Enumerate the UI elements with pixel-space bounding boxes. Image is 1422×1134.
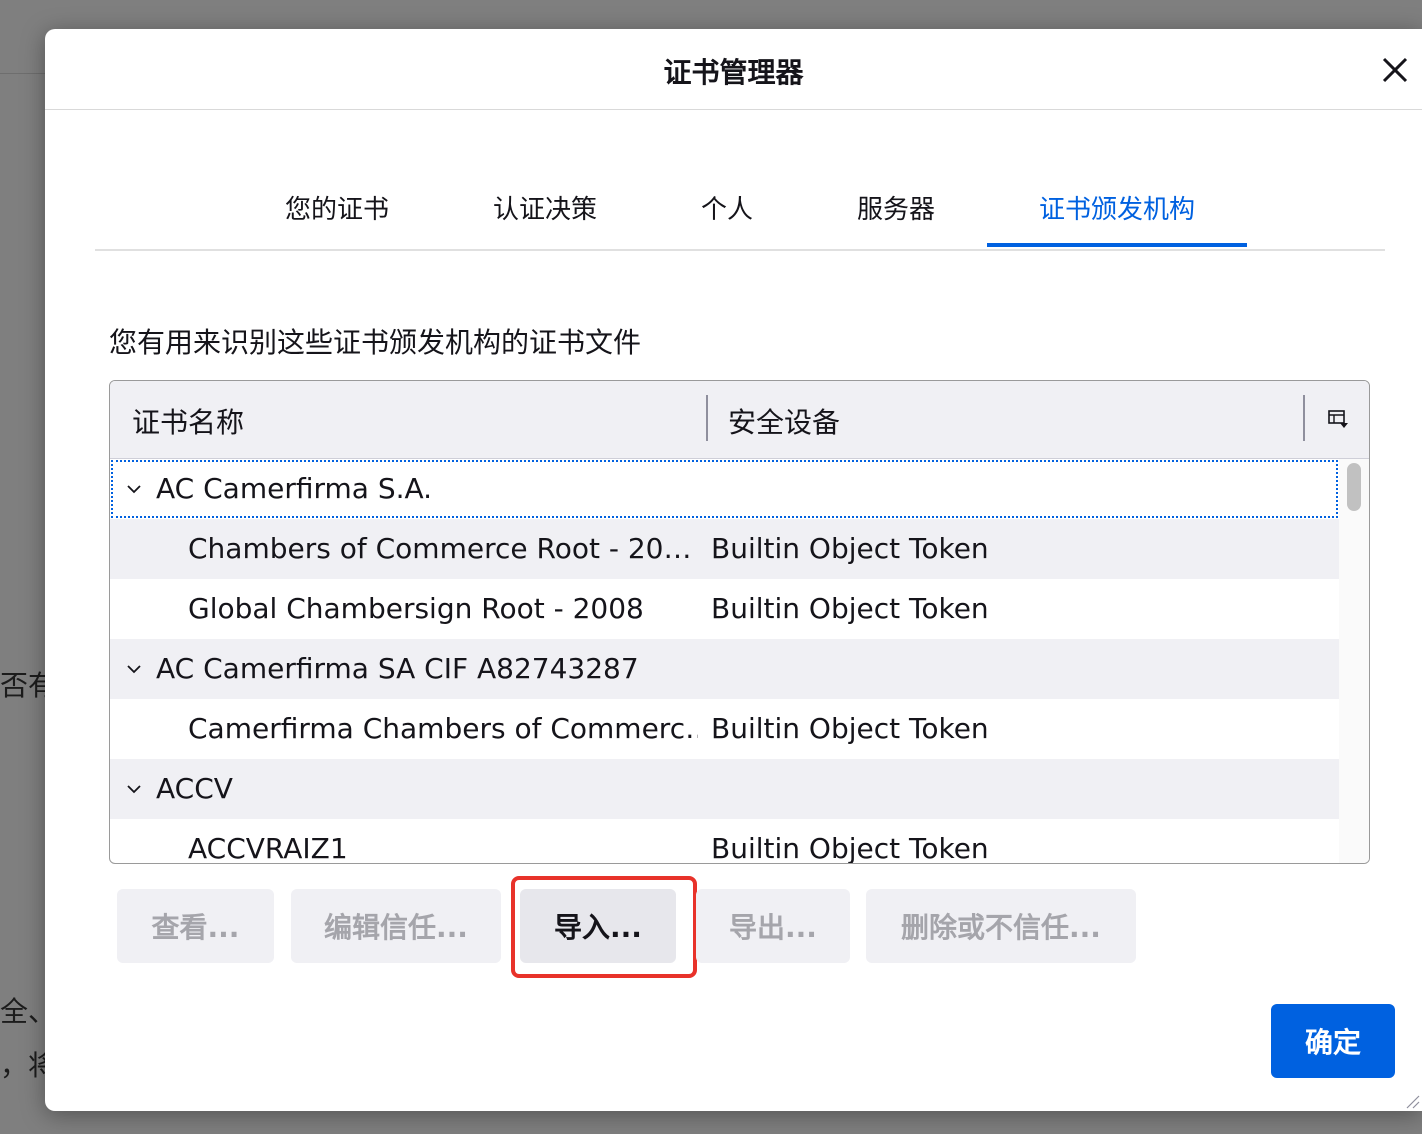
tree-group-row[interactable]: AC Camerfirma S.A. [110,459,1339,519]
ok-button[interactable]: 确定 [1271,1004,1395,1078]
edit-trust-button[interactable]: 编辑信任... [291,889,501,963]
tree-cert-row[interactable]: Global Chambersign Root - 2008 Builtin O… [110,579,1339,639]
tab-bar: 您的证书 认证决策 个人 服务器 证书颁发机构 [95,179,1385,251]
column-header-security-device[interactable]: 安全设备 [728,401,840,441]
column-separator[interactable] [706,395,708,441]
export-button[interactable]: 导出... [696,889,850,963]
chevron-down-icon[interactable] [126,661,142,677]
import-button[interactable]: 导入... [520,889,676,963]
tree-cert-row[interactable]: Chambers of Commerce Root - 20… Builtin … [110,519,1339,579]
tree-rows: AC Camerfirma S.A. Chambers of Commerce … [110,459,1339,863]
close-icon[interactable] [1376,51,1414,89]
cert-name: Global Chambersign Root - 2008 [188,592,644,625]
background-divider [0,73,45,74]
tree-group-row[interactable]: AC Camerfirma SA CIF A82743287 [110,639,1339,699]
certificate-tree: 证书名称 安全设备 AC Camerfirma S.A. Chambers of… [109,380,1370,864]
cert-name: Camerfirma Chambers of Commerc… [188,712,698,745]
column-picker-icon[interactable] [1328,409,1350,431]
view-button[interactable]: 查看... [117,889,274,963]
resize-grip-icon[interactable] [1402,1091,1420,1109]
cert-device: Builtin Object Token [711,832,989,863]
cert-device: Builtin Object Token [711,592,989,625]
cert-device: Builtin Object Token [711,532,989,565]
delete-or-distrust-button[interactable]: 删除或不信任... [866,889,1136,963]
column-separator[interactable] [1303,395,1305,441]
certificate-manager-dialog: 证书管理器 您的证书 认证决策 个人 服务器 证书颁发机构 您有用来识别这些证书… [45,29,1422,1111]
scrollbar-thumb[interactable] [1347,463,1361,511]
tab-people[interactable]: 个人 [701,189,753,226]
tab-authorities[interactable]: 证书颁发机构 [1039,189,1195,226]
column-header-cert-name[interactable]: 证书名称 [132,401,244,441]
group-name: ACCV [156,772,233,805]
group-name: AC Camerfirma SA CIF A82743287 [156,652,639,685]
tab-your-certificates[interactable]: 您的证书 [285,189,389,226]
active-tab-indicator [987,243,1247,247]
tab-servers[interactable]: 服务器 [857,189,935,226]
chevron-down-icon[interactable] [126,781,142,797]
tree-cert-row[interactable]: Camerfirma Chambers of Commerc… Builtin … [110,699,1339,759]
dialog-title: 证书管理器 [663,56,804,89]
tree-scrollbar[interactable] [1339,459,1369,863]
tree-header: 证书名称 安全设备 [110,381,1369,459]
cert-name: ACCVRAIZ1 [188,832,348,863]
authorities-description: 您有用来识别这些证书颁发机构的证书文件 [109,326,642,359]
cert-device: Builtin Object Token [711,712,989,745]
tab-authentication-decisions[interactable]: 认证决策 [493,189,597,226]
dialog-titlebar: 证书管理器 [45,29,1422,110]
chevron-down-icon[interactable] [126,481,142,497]
group-name: AC Camerfirma S.A. [156,472,433,505]
tree-cert-row[interactable]: ACCVRAIZ1 Builtin Object Token [110,819,1339,863]
tree-group-row[interactable]: ACCV [110,759,1339,819]
cert-name: Chambers of Commerce Root - 20… [188,532,692,565]
